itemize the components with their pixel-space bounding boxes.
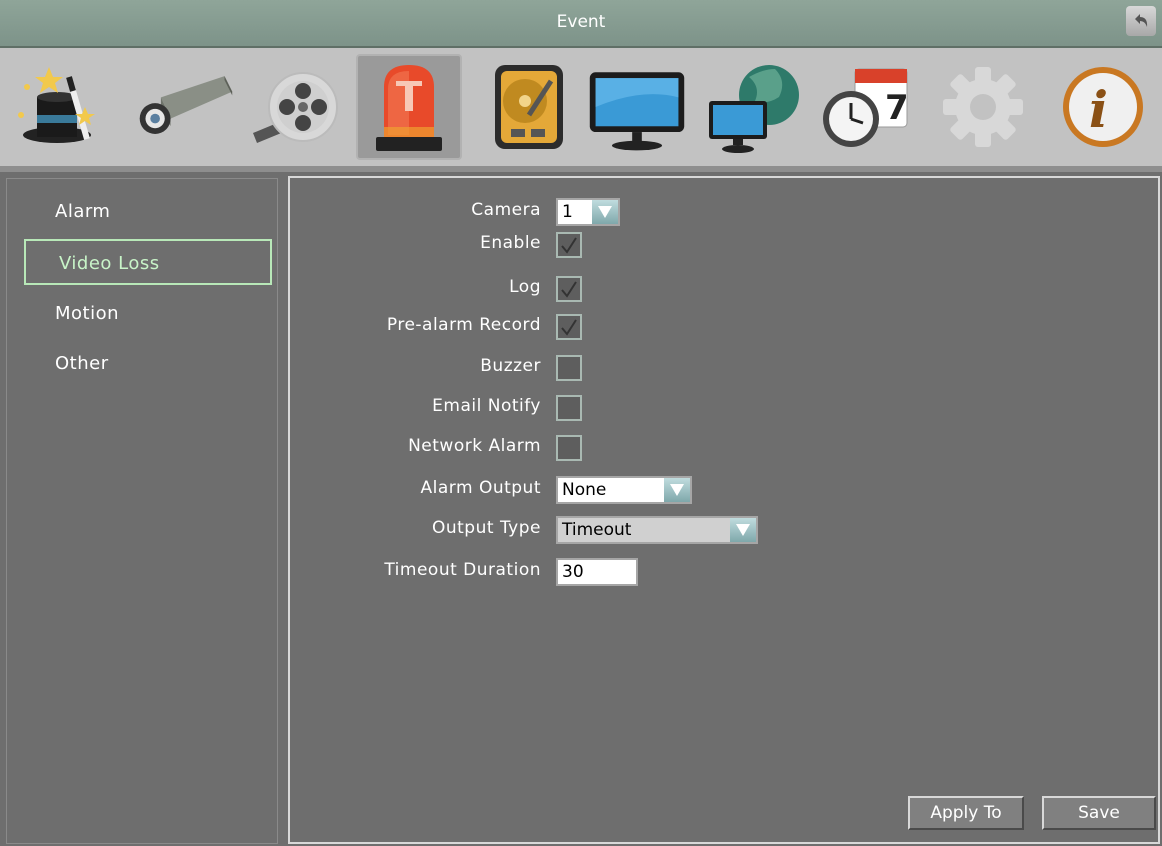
buzzer-row: Buzzer — [290, 353, 1160, 383]
pre-alarm-record-checkbox[interactable] — [556, 314, 582, 340]
camera-icon[interactable] — [132, 54, 238, 160]
enable-checkbox[interactable] — [556, 232, 582, 258]
buzzer-label: Buzzer — [480, 356, 541, 376]
settings-icon[interactable] — [930, 54, 1036, 160]
check-icon — [561, 319, 577, 336]
email-notify-checkbox[interactable] — [556, 395, 582, 421]
back-button[interactable] — [1126, 6, 1156, 36]
enable-label: Enable — [480, 233, 541, 253]
log-row: Log — [290, 274, 1160, 304]
check-icon — [561, 237, 577, 254]
window-title: Event — [556, 12, 606, 32]
timeout-duration-input[interactable]: 30 — [556, 558, 638, 586]
sidebar: Alarm Video Loss Motion Other — [6, 178, 278, 844]
network-alarm-label: Network Alarm — [408, 436, 541, 456]
sidebar-item-alarm[interactable]: Alarm — [25, 189, 271, 235]
settings-panel: Camera 1 Enable Log Pre-alarm Record Buz… — [288, 176, 1160, 844]
title-bar: Event — [0, 0, 1162, 48]
event-alarm-icon[interactable] — [356, 54, 462, 160]
svg-text:i: i — [1089, 80, 1108, 139]
sidebar-item-video-loss[interactable]: Video Loss — [24, 239, 272, 285]
back-arrow-icon — [1135, 14, 1148, 27]
display-icon[interactable] — [584, 54, 690, 160]
camera-row: Camera 1 — [290, 197, 1160, 227]
timeout-duration-label: Timeout Duration — [384, 560, 541, 580]
enable-row: Enable — [290, 230, 1160, 260]
sidebar-item-other[interactable]: Other — [25, 341, 271, 387]
output-type-value: Timeout — [562, 520, 632, 540]
camera-label: Camera — [471, 200, 541, 220]
log-checkbox[interactable] — [556, 276, 582, 302]
chevron-down-icon — [730, 518, 756, 542]
alarm-output-select[interactable]: None — [556, 476, 692, 504]
alarm-output-label: Alarm Output — [420, 478, 541, 498]
pre-alarm-record-row: Pre-alarm Record — [290, 312, 1160, 342]
output-type-select[interactable]: Timeout — [556, 516, 758, 544]
email-notify-row: Email Notify — [290, 393, 1160, 423]
info-icon[interactable]: i — [1050, 54, 1156, 160]
camera-select[interactable]: 1 — [556, 198, 620, 226]
output-type-label: Output Type — [431, 518, 541, 538]
network-alarm-checkbox[interactable] — [556, 435, 582, 461]
apply-to-button[interactable]: Apply To — [908, 796, 1024, 830]
pre-alarm-record-label: Pre-alarm Record — [386, 315, 541, 335]
email-notify-label: Email Notify — [432, 396, 541, 416]
chevron-down-icon — [664, 478, 690, 502]
buzzer-checkbox[interactable] — [556, 355, 582, 381]
schedule-icon[interactable]: 7 — [812, 54, 918, 160]
alarm-output-value: None — [562, 480, 607, 500]
network-icon[interactable] — [702, 54, 808, 160]
output-type-row: Output Type Timeout — [290, 515, 1160, 545]
svg-text:7: 7 — [885, 88, 909, 128]
chevron-down-icon — [592, 200, 618, 224]
network-alarm-row: Network Alarm — [290, 433, 1160, 463]
wizard-icon[interactable] — [4, 54, 110, 160]
alarm-output-row: Alarm Output None — [290, 475, 1160, 505]
icon-toolbar: 7 i — [0, 48, 1162, 172]
log-label: Log — [509, 277, 541, 297]
sidebar-item-motion[interactable]: Motion — [25, 291, 271, 337]
save-button[interactable]: Save — [1042, 796, 1156, 830]
storage-icon[interactable] — [476, 54, 582, 160]
record-icon[interactable] — [244, 54, 350, 160]
camera-value: 1 — [562, 202, 573, 222]
timeout-duration-row: Timeout Duration 30 — [290, 557, 1160, 587]
check-icon — [561, 281, 577, 298]
